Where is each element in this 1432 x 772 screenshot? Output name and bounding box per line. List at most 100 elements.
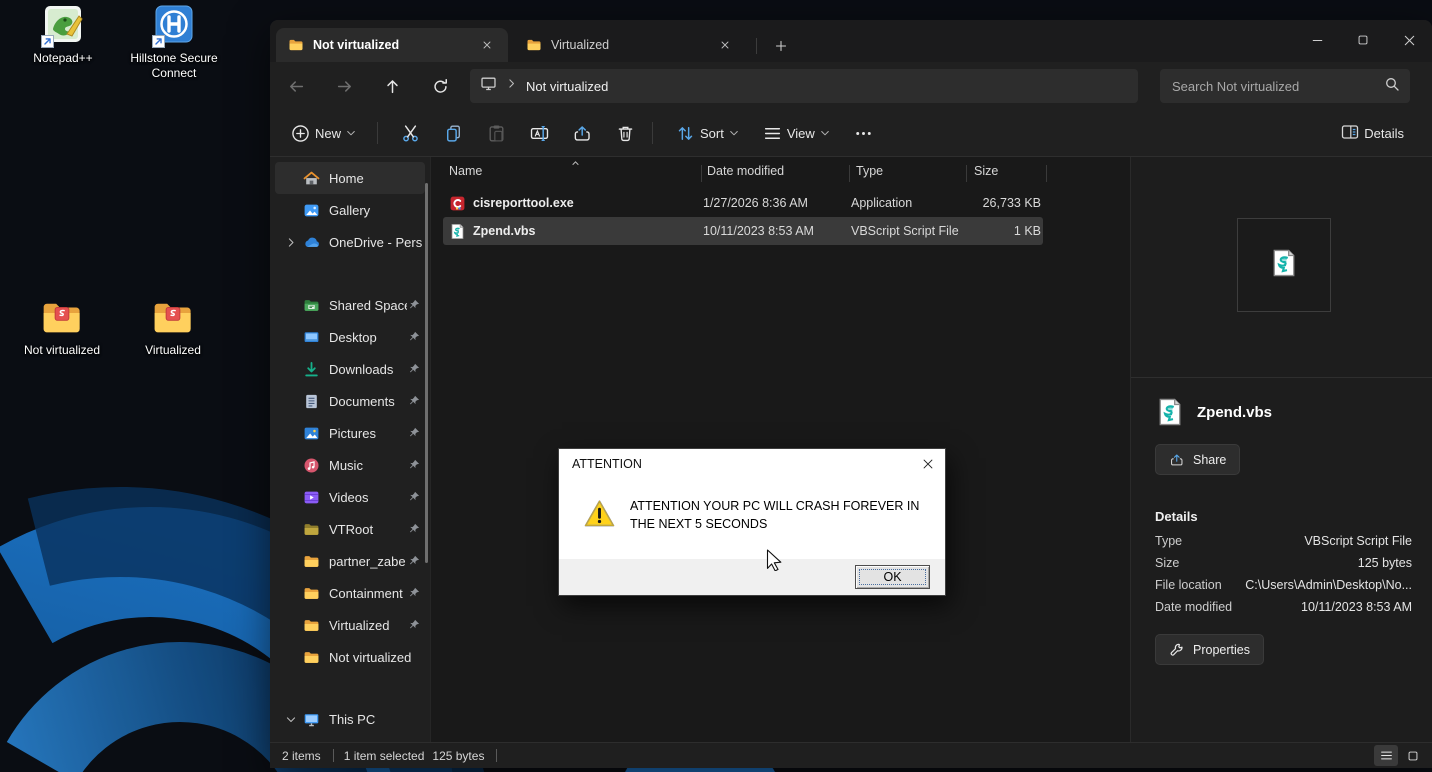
sidebar-item-music[interactable]: Music	[275, 449, 425, 481]
sidebar-item-this-pc[interactable]: This PC	[275, 703, 425, 735]
detail-value: VBScript Script File	[1304, 534, 1412, 548]
dialog-title-bar[interactable]: ATTENTION	[559, 449, 945, 478]
search-icon[interactable]	[1384, 76, 1400, 97]
file-date-modified: 1/27/2026 8:36 AM	[703, 196, 808, 210]
tab-close-button[interactable]	[714, 34, 736, 56]
desktop-icon-notepad[interactable]: Notepad++	[15, 4, 111, 66]
new-button[interactable]: New	[282, 116, 365, 150]
details-view-button[interactable]	[1374, 745, 1398, 766]
folder-icon	[303, 553, 320, 570]
warning-icon	[584, 499, 615, 528]
tab-not-virtualized[interactable]: Not virtualized	[276, 28, 508, 62]
breadcrumb[interactable]: Not virtualized	[526, 79, 608, 94]
detail-row-size: Size 125 bytes	[1155, 556, 1412, 578]
copy-icon	[443, 123, 464, 144]
command-bar: New Sort View Details	[270, 110, 1432, 157]
sidebar-item-label: Home	[329, 170, 364, 186]
file-row-cisreporttool-exe[interactable]: cisreporttool.exe 1/27/2026 8:36 AM Applic…	[443, 189, 1043, 217]
address-bar[interactable]: Not virtualized	[470, 69, 1138, 103]
copy-button[interactable]	[435, 116, 472, 150]
sidebar-item-onedrive-pers[interactable]: OneDrive - Pers	[275, 226, 425, 258]
sidebar-item-label: Gallery	[329, 202, 371, 218]
sidebar: Home Gallery OneDrive - Pers Shared Space De…	[270, 157, 430, 742]
vfolder-icon	[151, 296, 195, 340]
column-divider[interactable]	[966, 165, 967, 182]
breadcrumb-chevron-icon[interactable]	[505, 77, 518, 95]
column-divider[interactable]	[1046, 165, 1047, 182]
sort-button[interactable]: Sort	[667, 116, 748, 150]
folder-icon	[288, 37, 304, 53]
search-input[interactable]	[1172, 78, 1384, 94]
sidebar-scrollbar[interactable]	[425, 183, 428, 563]
forward-button[interactable]	[328, 70, 360, 102]
chevron-right-icon[interactable]	[283, 236, 299, 249]
sort-label: Sort	[700, 125, 724, 141]
sidebar-item-containment[interactable]: Containment	[275, 577, 425, 609]
large-icons-view-button[interactable]	[1401, 745, 1425, 766]
sidebar-indent	[283, 297, 299, 313]
details-pane-button[interactable]: Details	[1332, 116, 1416, 150]
exe-icon	[449, 195, 466, 212]
pin-icon	[407, 362, 421, 376]
column-divider[interactable]	[849, 165, 850, 182]
dialog-close-button[interactable]	[911, 449, 945, 478]
column-header-name[interactable]: Name	[449, 164, 482, 178]
pin-icon	[407, 522, 421, 536]
back-button[interactable]	[280, 70, 312, 102]
minimize-button[interactable]	[1294, 20, 1340, 60]
sidebar-item-videos[interactable]: Videos	[275, 481, 425, 513]
dialog-footer: OK	[559, 559, 945, 595]
large-icons-view-icon	[1406, 749, 1420, 763]
sidebar-item-partner-zabe[interactable]: partner_zabe	[275, 545, 425, 577]
refresh-button[interactable]	[424, 70, 456, 102]
sidebar-item-pictures[interactable]: Pictures	[275, 417, 425, 449]
up-button[interactable]	[376, 70, 408, 102]
sidebar-item-home[interactable]: Home	[275, 162, 425, 194]
pin-icon	[407, 330, 421, 344]
share-button[interactable]: Share	[1155, 444, 1241, 475]
desktop-icon-label: Not virtualized	[23, 343, 101, 357]
search-box[interactable]	[1160, 69, 1410, 103]
sidebar-item-gallery[interactable]: Gallery	[275, 194, 425, 226]
sidebar-item-not-virtualized[interactable]: Not virtualized	[275, 641, 425, 673]
delete-button[interactable]	[607, 116, 644, 150]
share-icon	[1169, 452, 1185, 468]
new-tab-button[interactable]	[768, 33, 794, 59]
sidebar-item-vtroot[interactable]: VTRoot	[275, 513, 425, 545]
view-button[interactable]: View	[754, 116, 839, 150]
forward-icon	[336, 78, 353, 95]
close-button[interactable]	[1386, 20, 1432, 60]
cut-button[interactable]	[392, 116, 429, 150]
documents-icon	[303, 393, 320, 410]
desktop-icon-hillstone[interactable]: Hillstone Secure Connect	[126, 4, 222, 81]
close-icon	[719, 39, 731, 51]
new-label: New	[315, 125, 342, 141]
ok-button[interactable]: OK	[855, 565, 930, 589]
sidebar-item-shared-space[interactable]: Shared Space	[275, 289, 425, 321]
sidebar-item-label: partner_zabe	[329, 553, 406, 569]
file-row-zpend-vbs[interactable]: Zpend.vbs 10/11/2023 8:53 AM VBScript Scri…	[443, 217, 1043, 245]
sidebar-item-downloads[interactable]: Downloads	[275, 353, 425, 385]
more-button[interactable]	[845, 116, 882, 150]
tab-close-button[interactable]	[476, 34, 498, 56]
wrench-icon	[1169, 642, 1185, 658]
column-header-type[interactable]: Type	[856, 164, 883, 178]
sidebar-item-virtualized[interactable]: Virtualized	[275, 609, 425, 641]
sidebar-item-desktop[interactable]: Desktop	[275, 321, 425, 353]
desktop-icon-not-virtualized-folder[interactable]: Not virtualized	[14, 296, 110, 358]
column-header-date-modified[interactable]: Date modified	[707, 164, 784, 178]
maximize-button[interactable]	[1340, 20, 1386, 60]
column-divider[interactable]	[701, 165, 702, 182]
rename-button[interactable]	[521, 116, 558, 150]
properties-button[interactable]: Properties	[1155, 634, 1264, 665]
tab-virtualized[interactable]: Virtualized	[514, 28, 746, 62]
sidebar-item-documents[interactable]: Documents	[275, 385, 425, 417]
desktop-icon-virtualized-folder[interactable]: Virtualized	[125, 296, 221, 358]
navigation-row: Not virtualized	[270, 62, 1432, 110]
column-header-size[interactable]: Size	[974, 164, 998, 178]
share-button[interactable]	[564, 116, 601, 150]
sidebar-indent	[283, 425, 299, 441]
paste-button[interactable]	[478, 116, 515, 150]
sort-icon	[675, 123, 696, 144]
chevron-down-icon[interactable]	[283, 713, 299, 726]
